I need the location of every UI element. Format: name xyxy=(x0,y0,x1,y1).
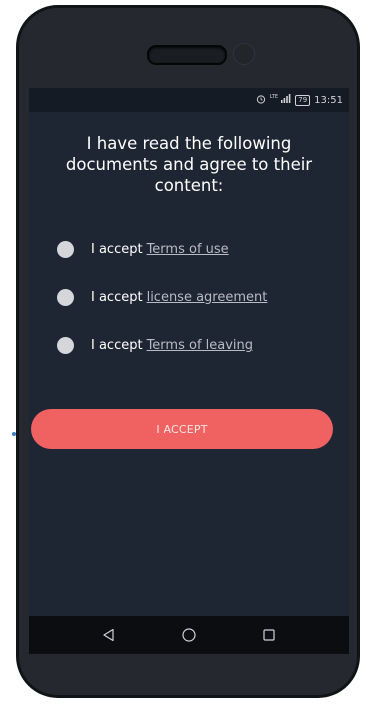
page: LTE 79 13:51 I have read the following d… xyxy=(0,0,368,705)
battery-indicator: 79 xyxy=(295,94,311,106)
accept-button[interactable]: I ACCEPT xyxy=(31,409,333,449)
radio-button[interactable] xyxy=(57,241,74,258)
status-bar: LTE 79 13:51 xyxy=(29,88,349,112)
system-navigation-bar xyxy=(29,616,349,654)
home-circle-icon[interactable] xyxy=(174,620,204,650)
option-terms-of-use[interactable]: I accept Terms of use xyxy=(57,241,229,258)
option-prefix: I accept xyxy=(91,338,143,353)
phone-speaker xyxy=(147,45,227,65)
option-prefix: I accept xyxy=(91,242,143,257)
back-triangle-icon[interactable] xyxy=(94,620,124,650)
front-camera xyxy=(233,43,255,65)
phone-frame: LTE 79 13:51 I have read the following d… xyxy=(16,5,360,698)
terms-of-leaving-link[interactable]: Terms of leaving xyxy=(147,338,253,353)
option-terms-of-leaving[interactable]: I accept Terms of leaving xyxy=(57,337,253,354)
terms-of-use-link[interactable]: Terms of use xyxy=(147,242,229,257)
option-license-agreement[interactable]: I accept license agreement xyxy=(57,289,267,306)
option-prefix: I accept xyxy=(91,290,143,305)
lte-label: LTE xyxy=(269,94,279,100)
status-time: 13:51 xyxy=(314,94,343,106)
license-agreement-link[interactable]: license agreement xyxy=(147,290,268,305)
recents-square-icon[interactable] xyxy=(254,620,284,650)
radio-button[interactable] xyxy=(57,337,74,354)
page-title: I have read the following documents and … xyxy=(65,134,313,195)
radio-button[interactable] xyxy=(57,289,74,306)
app-screen: LTE 79 13:51 I have read the following d… xyxy=(29,88,349,654)
lte-signal-icon: LTE xyxy=(270,94,292,106)
alarm-clock-icon xyxy=(256,94,266,107)
